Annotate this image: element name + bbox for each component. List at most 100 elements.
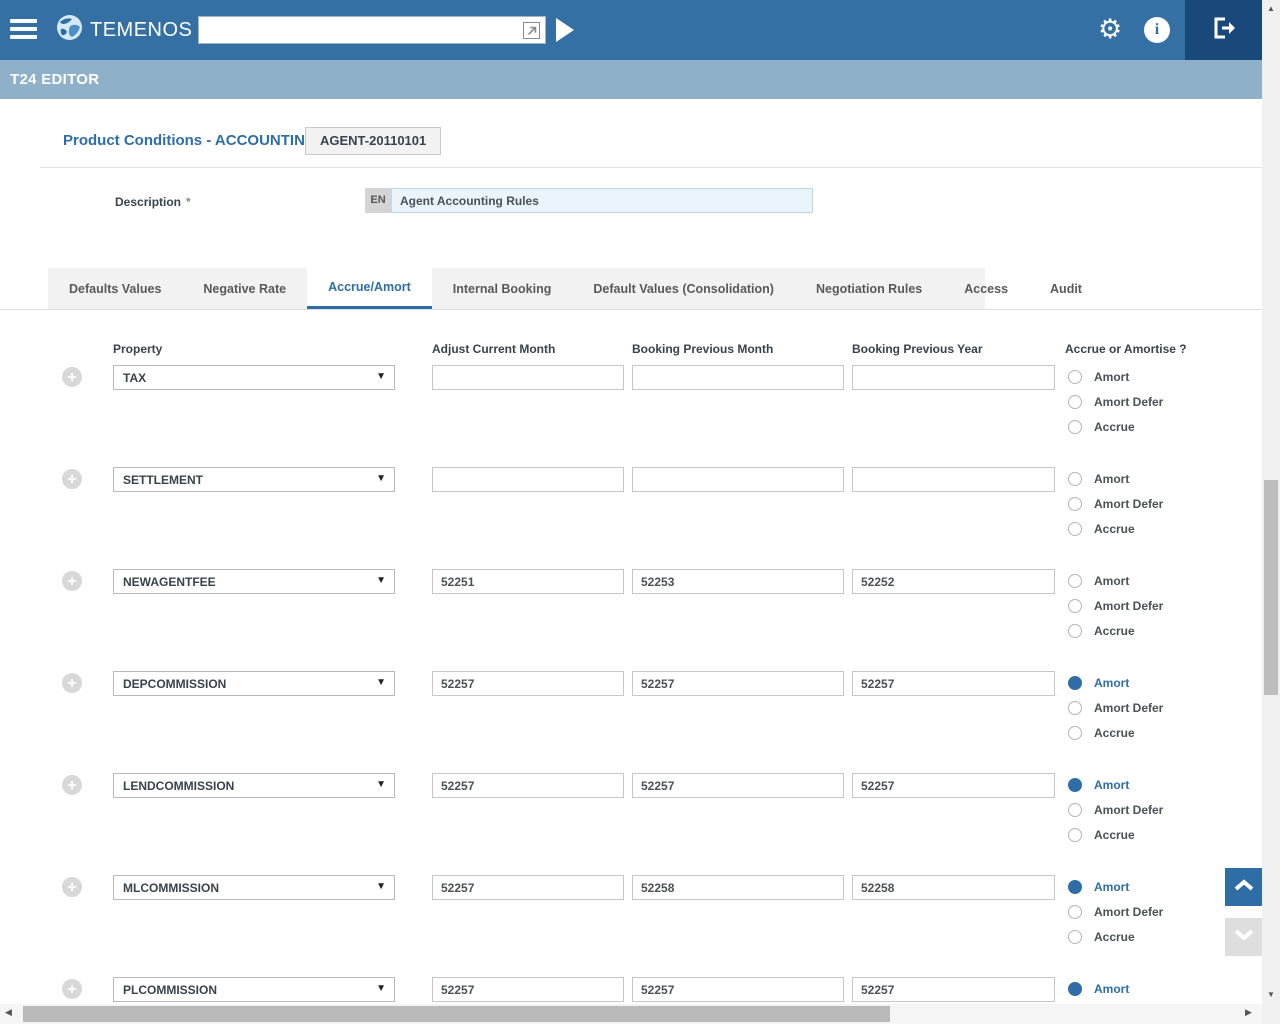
horizontal-scrollbar-thumb[interactable] — [23, 1006, 890, 1022]
radio-amort-defer[interactable]: Amort Defer — [1068, 497, 1163, 511]
booking-previous-year-input[interactable] — [852, 773, 1055, 798]
app-banner: T24 EDITOR — [0, 60, 1262, 99]
property-select[interactable]: MLCOMMISSION▼ — [113, 875, 395, 900]
radio-label: Accrue — [1094, 828, 1135, 842]
temenos-logo: TEMENOS — [56, 14, 192, 46]
radio-label: Amort Defer — [1094, 803, 1163, 817]
tab-negotiation-rules[interactable]: Negotiation Rules — [795, 268, 943, 310]
add-value-button[interactable]: + — [62, 877, 82, 897]
logout-button[interactable] — [1185, 0, 1262, 60]
radio-dot-icon — [1068, 370, 1082, 384]
scrollbar-up-arrow-icon[interactable]: ▲ — [1262, 4, 1280, 13]
scrollbar-left-arrow-icon[interactable]: ◀ — [5, 1007, 12, 1018]
adjust-current-month-input[interactable] — [432, 569, 624, 594]
add-value-button[interactable]: + — [62, 367, 82, 387]
hamburger-menu-icon[interactable] — [10, 19, 37, 41]
booking-previous-month-input[interactable] — [632, 977, 844, 1002]
radio-amort-defer[interactable]: Amort Defer — [1068, 395, 1163, 409]
required-marker: * — [186, 195, 191, 209]
radio-label: Amort Defer — [1094, 395, 1163, 409]
booking-previous-year-input[interactable] — [852, 569, 1055, 594]
tab-negative-rate[interactable]: Negative Rate — [182, 268, 307, 310]
scrollbar-right-arrow-icon[interactable]: ▶ — [1245, 1007, 1252, 1018]
booking-previous-year-input[interactable] — [852, 467, 1055, 492]
adjust-current-month-input[interactable] — [432, 671, 624, 696]
radio-label: Amort — [1094, 472, 1129, 486]
property-select[interactable]: TAX▼ — [113, 365, 395, 390]
radio-amort[interactable]: Amort — [1068, 982, 1129, 996]
description-input[interactable] — [391, 188, 813, 213]
tab-defaults-values[interactable]: Defaults Values — [48, 268, 182, 310]
property-select[interactable]: SETTLEMENT▼ — [113, 467, 395, 492]
property-select[interactable]: PLCOMMISSION▼ — [113, 977, 395, 1002]
booking-previous-year-input[interactable] — [852, 671, 1055, 696]
scroll-to-bottom-button[interactable] — [1225, 918, 1263, 956]
radio-dot-icon — [1068, 982, 1082, 996]
chevron-down-icon — [1233, 928, 1255, 947]
adjust-current-month-input[interactable] — [432, 875, 624, 900]
info-icon[interactable]: i — [1144, 17, 1170, 43]
radio-amort-defer[interactable]: Amort Defer — [1068, 599, 1163, 613]
radio-accrue[interactable]: Accrue — [1068, 624, 1135, 638]
add-value-button[interactable]: + — [62, 571, 82, 591]
settings-gear-icon[interactable]: ⚙ — [1098, 14, 1122, 44]
tab-default-values-consolidation[interactable]: Default Values (Consolidation) — [572, 268, 795, 310]
goto-arrow-icon[interactable] — [523, 22, 540, 39]
run-command-icon[interactable] — [556, 18, 574, 42]
radio-dot-icon — [1068, 472, 1082, 486]
tab-audit[interactable]: Audit — [1029, 268, 1103, 310]
property-select[interactable]: NEWAGENTFEE▼ — [113, 569, 395, 594]
add-value-button[interactable]: + — [62, 979, 82, 999]
adjust-current-month-input[interactable] — [432, 977, 624, 1002]
booking-previous-month-input[interactable] — [632, 569, 844, 594]
booking-previous-month-input[interactable] — [632, 365, 844, 390]
tab-internal-booking[interactable]: Internal Booking — [432, 268, 573, 310]
scrollbar-down-arrow-icon[interactable]: ▼ — [1262, 990, 1280, 999]
globe-icon — [56, 14, 83, 46]
column-header-adjust-current-month: Adjust Current Month — [432, 342, 555, 356]
add-value-button[interactable]: + — [62, 673, 82, 693]
horizontal-scrollbar[interactable]: ◀ ▶ — [0, 1004, 1262, 1024]
radio-label: Accrue — [1094, 522, 1135, 536]
radio-accrue[interactable]: Accrue — [1068, 726, 1135, 740]
radio-accrue[interactable]: Accrue — [1068, 930, 1135, 944]
t24-editor-screen: TEMENOS ⚙ i T24 EDITOR Product Conditio — [0, 0, 1280, 1024]
booking-previous-month-input[interactable] — [632, 875, 844, 900]
booking-previous-year-input[interactable] — [852, 977, 1055, 1002]
add-value-button[interactable]: + — [62, 469, 82, 489]
booking-previous-month-input[interactable] — [632, 467, 844, 492]
radio-accrue[interactable]: Accrue — [1068, 522, 1135, 536]
radio-accrue[interactable]: Accrue — [1068, 828, 1135, 842]
radio-amort[interactable]: Amort — [1068, 472, 1129, 486]
radio-amort-defer[interactable]: Amort Defer — [1068, 803, 1163, 817]
adjust-current-month-input[interactable] — [432, 467, 624, 492]
vertical-scrollbar-thumb[interactable] — [1264, 480, 1278, 695]
tab-accrue-amort[interactable]: Accrue/Amort — [307, 268, 432, 310]
radio-amort[interactable]: Amort — [1068, 574, 1129, 588]
property-select[interactable]: LENDCOMMISSION▼ — [113, 773, 395, 798]
radio-amort-defer[interactable]: Amort Defer — [1068, 701, 1163, 715]
radio-amort-defer[interactable]: Amort Defer — [1068, 905, 1163, 919]
scroll-to-top-button[interactable] — [1225, 868, 1263, 906]
booking-previous-month-input[interactable] — [632, 671, 844, 696]
booking-previous-year-input[interactable] — [852, 365, 1055, 390]
radio-accrue[interactable]: Accrue — [1068, 420, 1135, 434]
radio-amort[interactable]: Amort — [1068, 370, 1129, 384]
property-select[interactable]: DEPCOMMISSION▼ — [113, 671, 395, 696]
tab-access[interactable]: Access — [943, 268, 1029, 310]
radio-amort[interactable]: Amort — [1068, 676, 1129, 690]
adjust-current-month-input[interactable] — [432, 773, 624, 798]
language-tag: EN — [365, 188, 391, 213]
radio-amort[interactable]: Amort — [1068, 778, 1129, 792]
adjust-current-month-input[interactable] — [432, 365, 624, 390]
add-value-button[interactable]: + — [62, 775, 82, 795]
radio-amort[interactable]: Amort — [1068, 880, 1129, 894]
command-search-input[interactable] — [199, 17, 545, 43]
table-row: + LENDCOMMISSION▼ Amort Amort Defer Accrue — [0, 773, 1262, 875]
radio-dot-icon — [1068, 905, 1082, 919]
booking-previous-month-input[interactable] — [632, 773, 844, 798]
vertical-scrollbar[interactable]: ▲ ▼ — [1262, 0, 1280, 1024]
booking-previous-year-input[interactable] — [852, 875, 1055, 900]
tab-bar-underline — [0, 309, 1262, 310]
page-title: Product Conditions - ACCOUNTING — [63, 132, 317, 149]
